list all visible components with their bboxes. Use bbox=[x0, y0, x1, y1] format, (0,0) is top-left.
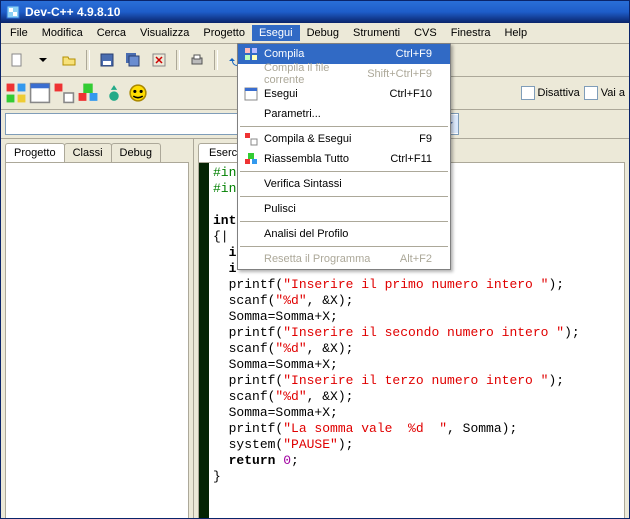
titlebar: Dev-C++ 4.9.8.10 bbox=[1, 1, 629, 23]
menu-debug[interactable]: Debug bbox=[300, 25, 346, 41]
menu-cvs[interactable]: CVS bbox=[407, 25, 444, 41]
menu-item-analisi[interactable]: Analisi del Profilo bbox=[238, 224, 450, 244]
menu-item-verifica[interactable]: Verifica Sintassi bbox=[238, 174, 450, 194]
menu-item-pulisci[interactable]: Pulisci bbox=[238, 199, 450, 219]
tab-debug[interactable]: Debug bbox=[111, 143, 161, 162]
esegui-menu: Compila Ctrl+F9 Compila il file corrente… bbox=[237, 43, 451, 270]
menu-finestra[interactable]: Finestra bbox=[444, 25, 498, 41]
vaia-label: Vai a bbox=[601, 87, 625, 99]
menu-cerca[interactable]: Cerca bbox=[90, 25, 133, 41]
new-file-button[interactable] bbox=[5, 48, 29, 72]
compile-run-icon[interactable] bbox=[53, 82, 75, 104]
save-button[interactable] bbox=[95, 48, 119, 72]
app-icon bbox=[5, 4, 21, 20]
menu-file[interactable]: File bbox=[3, 25, 35, 41]
menu-esegui[interactable]: Esegui bbox=[252, 25, 300, 41]
menu-visualizza[interactable]: Visualizza bbox=[133, 25, 196, 41]
tab-progetto[interactable]: Progetto bbox=[5, 143, 65, 162]
menu-item-compila-esegui[interactable]: Compila & Esegui F9 bbox=[238, 129, 450, 149]
menubar[interactable]: File Modifica Cerca Visualizza Progetto … bbox=[1, 23, 629, 44]
open-button[interactable] bbox=[57, 48, 81, 72]
tab-classi[interactable]: Classi bbox=[64, 143, 112, 162]
menu-item-resetta: Resetta il Programma Alt+F2 bbox=[238, 249, 450, 269]
menu-item-compila-file: Compila il file corrente Shift+Ctrl+F9 bbox=[238, 64, 450, 84]
run-icon[interactable] bbox=[29, 82, 51, 104]
menu-modifica[interactable]: Modifica bbox=[35, 25, 90, 41]
menu-item-riassembla[interactable]: Riassembla Tutto Ctrl+F11 bbox=[238, 149, 450, 169]
vaia-checkbox[interactable]: Vai a bbox=[584, 86, 625, 100]
debug-icon[interactable] bbox=[103, 82, 125, 104]
project-panel: Progetto Classi Debug bbox=[1, 139, 194, 519]
disattiva-checkbox[interactable]: Disattiva bbox=[521, 86, 580, 100]
menu-strumenti[interactable]: Strumenti bbox=[346, 25, 407, 41]
menu-item-parametri[interactable]: Parametri... bbox=[238, 104, 450, 124]
profile-icon[interactable] bbox=[127, 82, 149, 104]
window-title: Dev-C++ 4.9.8.10 bbox=[25, 5, 120, 19]
rebuild-icon[interactable] bbox=[77, 82, 99, 104]
compile-icon[interactable] bbox=[5, 82, 27, 104]
close-button[interactable] bbox=[147, 48, 171, 72]
menu-item-esegui[interactable]: Esegui Ctrl+F10 bbox=[238, 84, 450, 104]
saveall-button[interactable] bbox=[121, 48, 145, 72]
new-file-dropdown[interactable] bbox=[31, 48, 55, 72]
menu-item-compila[interactable]: Compila Ctrl+F9 bbox=[238, 44, 450, 64]
menu-help[interactable]: Help bbox=[497, 25, 534, 41]
print-button[interactable] bbox=[185, 48, 209, 72]
menu-progetto[interactable]: Progetto bbox=[196, 25, 252, 41]
disattiva-label: Disattiva bbox=[538, 87, 580, 99]
